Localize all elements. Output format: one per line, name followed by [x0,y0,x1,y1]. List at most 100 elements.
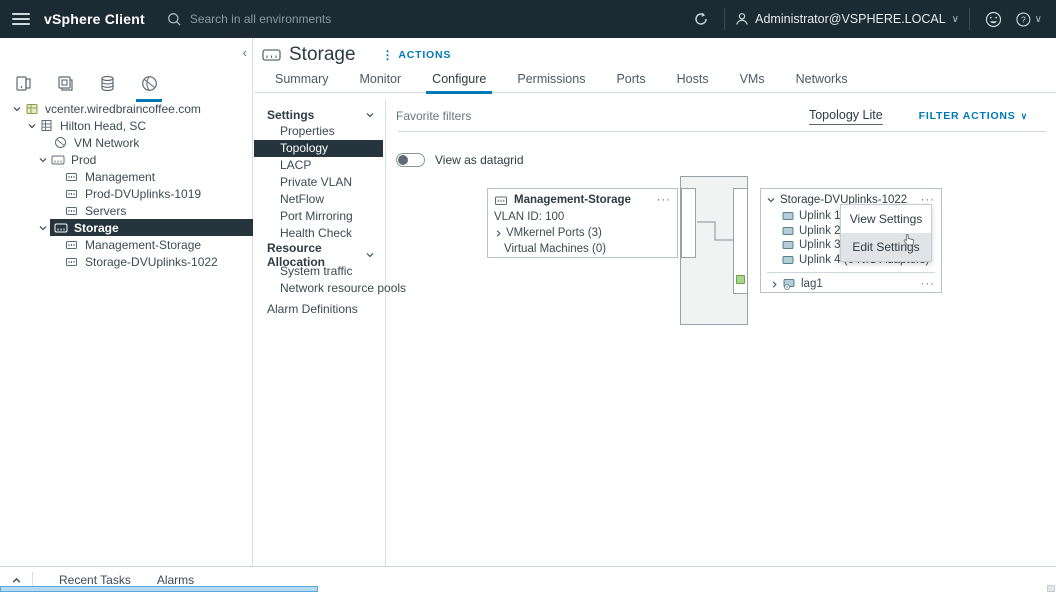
recent-tasks-tab[interactable]: Recent Tasks [59,573,131,587]
vertical-ellipsis-icon: ⋮ [381,48,395,62]
nav-item-alarm-definitions[interactable]: Alarm Definitions [254,301,385,318]
datagrid-toggle[interactable] [396,153,425,167]
filter-actions-label: FILTER ACTIONS [918,110,1016,122]
search-input[interactable] [189,12,410,26]
vcenter-icon [24,102,39,116]
portgroup-box-title: Management-Storage [514,194,631,206]
divider [398,131,1046,132]
tree-item-datacenter[interactable]: Hilton Head, SC [0,117,253,134]
divider [724,8,726,30]
menu-item-view-settings[interactable]: View Settings [841,205,931,233]
collapse-sidebar-icon[interactable]: ‹ [243,46,247,59]
dvswitch-icon [50,154,65,166]
nav-item-netflow[interactable]: NetFlow [254,191,385,208]
tree-item-management-storage-pg[interactable]: Management-Storage [0,236,253,253]
tab-vms-templates[interactable] [46,66,84,100]
filter-bar: Favorite filters Topology Lite FILTER AC… [387,101,1056,131]
vsphere-client-window: vSphere Client Administrator@VSPHERE.LOC… [0,0,1056,593]
portgroup-icon [64,239,79,251]
configure-nav: Settings Properties Topology LACP Privat… [254,100,406,566]
tab-configure[interactable]: Configure [422,72,496,94]
expand-panel-icon[interactable] [0,575,32,586]
chevron-down-icon[interactable] [25,121,39,131]
chevron-down-icon[interactable] [36,223,50,233]
inventory-tree: vcenter.wiredbraincoffee.com Hilton Head… [0,100,253,270]
tree-item-servers-pg[interactable]: Servers [0,202,253,219]
chevron-down-icon[interactable] [36,155,50,165]
lag-menu-button[interactable]: ··· [921,278,936,290]
tree-item-label: vcenter.wiredbraincoffee.com [45,101,201,116]
vlan-id-row: VLAN ID: 100 [494,211,565,223]
nav-item-network-resource-pools[interactable]: Network resource pools [254,280,406,297]
tab-summary[interactable]: Summary [265,72,338,92]
view-as-datagrid-toggle-row: View as datagrid [396,153,524,167]
chevron-right-icon[interactable] [494,229,503,238]
top-bar: vSphere Client Administrator@VSPHERE.LOC… [0,0,1056,38]
horizontal-scrollbar-thumb[interactable] [0,586,318,592]
tab-networks[interactable]: Networks [786,72,858,92]
hamburger-menu-icon[interactable] [12,10,30,28]
feedback-icon[interactable] [980,6,1006,32]
tree-item-vm-network[interactable]: VM Network [0,134,253,151]
tab-storage[interactable] [88,66,126,100]
context-menu: View Settings Edit Settings [840,204,932,262]
favorite-filters-label: Favorite filters [396,109,472,123]
tab-vms[interactable]: VMs [730,72,775,92]
nav-item-properties[interactable]: Properties [254,123,385,140]
uplink-icon [782,211,794,221]
actions-button[interactable]: ⋮ ACTIONS [382,48,452,62]
tab-hosts-clusters[interactable] [4,66,42,100]
tree-item-vcenter[interactable]: vcenter.wiredbraincoffee.com [0,100,253,117]
inventory-view-tabs [0,62,253,104]
resource-allocation-section-header[interactable]: Resource Allocation [254,241,385,269]
nav-item-private-vlan[interactable]: Private VLAN [254,174,385,191]
chevron-down-icon [365,110,375,120]
topology-lite-button[interactable]: Topology Lite [808,108,883,125]
datacenter-icon [39,119,54,132]
nav-item-port-mirroring[interactable]: Port Mirroring [254,208,385,225]
uplink-icon [782,240,794,250]
tab-networking[interactable] [130,66,168,102]
nav-item-lacp[interactable]: LACP [254,157,385,174]
selected-tree-item[interactable]: Storage [50,219,253,236]
refresh-icon[interactable] [688,6,714,32]
chevron-down-icon[interactable] [766,195,776,205]
user-name: Administrator@VSPHERE.LOCAL [755,12,946,26]
object-tabs: Summary Monitor Configure Permissions Po… [254,72,1056,94]
divider [969,8,970,30]
vmkernel-ports-row[interactable]: VMkernel Ports (3) [488,225,677,241]
user-menu[interactable]: Administrator@VSPHERE.LOCAL ∨ [735,12,959,26]
settings-section-header[interactable]: Settings [254,106,385,123]
tree-item-label: Hilton Head, SC [60,118,147,133]
lag-row[interactable]: lag1 ··· [761,276,941,292]
menu-item-edit-settings[interactable]: Edit Settings [841,233,931,261]
tree-item-prod-uplinks[interactable]: Prod-DVUplinks-1019 [0,185,253,202]
divider [767,272,935,273]
filter-actions-button[interactable]: FILTER ACTIONS ∨ [919,110,1028,122]
dvswitch-icon [53,222,68,234]
tree-item-storage-switch[interactable]: Storage [0,219,253,236]
tab-hosts[interactable]: Hosts [667,72,719,92]
chevron-down-icon [365,250,375,260]
lag-icon [783,278,796,290]
help-menu[interactable]: ? ∨ [1016,6,1042,32]
user-icon [735,12,749,26]
vmkernel-ports-label: VMkernel Ports (3) [506,227,602,239]
chevron-right-icon[interactable] [770,280,779,289]
nav-item-topology[interactable]: Topology [254,140,383,157]
portgroup-icon [64,171,79,183]
tab-monitor[interactable]: Monitor [349,72,411,92]
tree-item-storage-uplinks[interactable]: Storage-DVUplinks-1022 [0,253,253,270]
tree-item-management-pg[interactable]: Management [0,168,253,185]
tab-permissions[interactable]: Permissions [507,72,595,92]
chevron-down-icon[interactable] [10,104,24,114]
tree-item-label: Management-Storage [85,237,202,252]
portgroup-menu-button[interactable]: ··· [657,194,672,206]
tab-ports[interactable]: Ports [606,72,655,92]
tree-item-prod-switch[interactable]: Prod [0,151,253,168]
resize-grip[interactable] [1047,585,1055,592]
global-search[interactable] [167,12,410,27]
nav-item-health-check[interactable]: Health Check [254,225,385,242]
virtual-machines-row: Virtual Machines (0) [504,243,607,255]
alarms-tab[interactable]: Alarms [157,573,194,587]
